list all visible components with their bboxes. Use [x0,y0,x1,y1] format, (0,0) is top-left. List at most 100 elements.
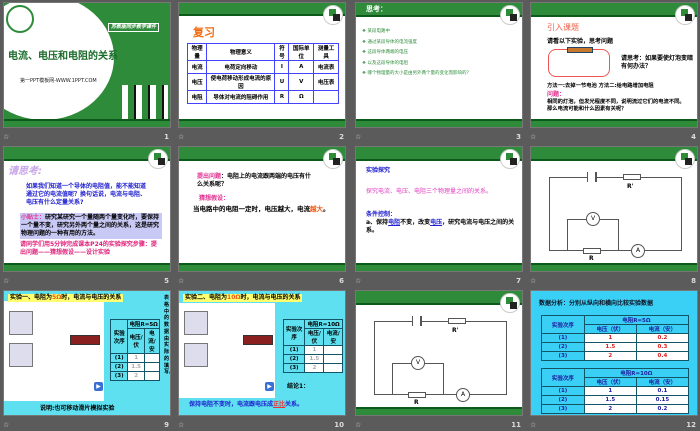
slide-thumbnail-10[interactable]: 实验二、电阻为10Ω时，电流与电压的关系 ▶ 实验次序 电阻R=10Ω 电压/伏电… [178,290,346,416]
cube-logo-icon [675,5,695,25]
circuit-photo [548,49,610,77]
star-icon[interactable]: ☆ [530,277,536,285]
slide-footer: ☆ 10 [178,421,346,431]
slide-heading: 实验探究 [366,167,391,174]
ammeter-icon: A [456,388,470,402]
voltmeter-icon: V [411,356,425,370]
slide-footer: ☆ 9 [3,421,171,431]
data-table: 实验次序 电阻R=10Ω 电压/伏 电流/安 (1) 1 (2) 1.5 (3) 2 [282,319,343,373]
cube-logo-icon [323,5,343,25]
slide-footer: ☆ 8 [530,277,698,287]
star-icon[interactable]: ☆ [178,277,184,285]
battery-icon [412,316,422,326]
slide-thumbnail-3[interactable]: 思考： ❖ 某段电路中 ❖ 通过某段导体的电流强度 ❖ 这段导体两端的电压 ❖ 以及这… [355,2,523,128]
data-table-10-ohm: 实验次序 电阻R=10Ω 电压（伏） 电流（安） (1) 1 0.1 (2) 1.5 0.1… [541,368,690,414]
battery-graphic [567,47,593,53]
rheostat-label: R' [627,183,634,190]
question-text: 相同的灯泡，但发光程度不同，说明流过它们的电流不同。那么电流可能和什么因素有关呢… [547,99,685,113]
slide-heading: 请思考: [8,166,42,177]
slide-footer: ☆ 4 [530,133,698,143]
voltmeter-graphic [184,343,208,367]
star-icon[interactable]: ☆ [355,421,361,429]
slide-number: 2 [339,133,344,141]
rheostat-graphic [243,335,273,345]
star-icon[interactable]: ☆ [3,421,9,429]
slide-number: 1 [164,133,169,141]
star-icon[interactable]: ☆ [178,421,184,429]
slide-footer: ☆ 12 [530,421,698,431]
tip-box: 小贴士：研究某研究一个量随两个量变化时，要保持一个量不变，研究另外两个量之间的关… [20,213,162,240]
slide-footer: ☆ 5 [3,277,171,287]
slide-thumbnail-7[interactable]: 实验探究 探究电流、电压、电阻三个物理量之间的关系。 条件控制： a、保持电阻不… [355,146,523,272]
question-text: 提出问题：电阻上的电流跟两端的电压有什么关系呢？ [197,173,312,189]
slide-heading: 数据分析：分别从纵向和横向比较实验数据 [539,300,654,307]
cube-logo-icon [6,5,34,33]
star-icon[interactable]: ☆ [355,133,361,141]
star-icon[interactable]: ☆ [3,277,9,285]
note-text: 说明:也可移动滑片模拟实验 [40,405,115,412]
hypothesis-text: 当电路中的电阻一定时，电压越大，电流越大。 [193,205,330,213]
slide-number: 9 [164,421,169,429]
ammeter-graphic [184,311,208,335]
slide-thumbnail-9[interactable]: 实验一、电阻为5Ω时，电流与电压的关系 ▶ 实验次序 电阻R=5Ω 电压/伏 电流/… [3,290,171,416]
ammeter-icon: A [631,244,645,258]
bottom-bar [4,119,170,127]
slide-thumbnail-6[interactable]: 提出问题：电阻上的电流跟两端的电压有什么关系呢？ 猜想假设： 当电路中的电阻一定… [178,146,346,272]
slide-number: 4 [691,133,696,141]
bullet-list: ❖ 某段电路中 ❖ 通过某段导体的电流强度 ❖ 这段导体两端的电压 ❖ 以及这段导体的… [362,29,471,76]
rheostat-icon [623,174,641,180]
condition-label: 条件控制： [366,211,397,218]
review-table: 物理量 物理意义 符号 国际单位 测量工具 电流 电荷定向移动 I A 电流表 电压 使电荷移动形… [186,43,339,104]
slide-thumbnail-5[interactable]: 请思考: 如果我们知道一个导体的电阻值，能不能知道通过它的电流值呢？换句话说，电… [3,146,171,272]
hypothesis-label: 猜想假设： [199,195,230,202]
slide-heading: 复习 [193,26,215,39]
data-table-5-ohm: 实验次序 电阻R=5Ω 电压（伏） 电流（安） (1) 1 0.2 (2) 1.5 0.3 … [541,315,690,361]
conclusion-label: 结论1： [287,383,310,390]
series-badge: 苏教版同步教学课件 [108,23,160,32]
cube-logo-icon [500,5,520,25]
data-table: 实验次序 电阻R=5Ω 电压/伏 电流/安 (1) 1 (2) 1.5 (3) 2 [109,319,161,381]
voltmeter-icon: V [586,212,600,226]
resistor-label: R [589,255,594,262]
slide-number: 8 [691,277,696,285]
methods-text: 方法一:去掉一节电池 方法二:给电路增加电阻 [547,83,654,89]
play-button[interactable]: ▶ [265,382,274,391]
star-icon[interactable]: ☆ [530,421,536,429]
slide-thumbnail-2[interactable]: 复习 物理量 物理意义 符号 国际单位 测量工具 电流 电荷定向移动 I A 电流表 电压 使电荷… [178,2,346,128]
cube-logo-icon [500,293,520,313]
star-icon[interactable]: ☆ [178,133,184,141]
slide-number: 11 [511,421,521,429]
slide-heading: 实验二、电阻为10Ω时，电流与电压的关系 [183,294,303,303]
star-icon[interactable]: ☆ [355,277,361,285]
battery-icon [587,172,597,182]
side-note: 表格中的数据由实际的填写。 [164,295,170,376]
slide-thumbnail-4[interactable]: 引入课题 请看以下实验，思考问题 请思考：如果要使灯泡变暗有何办法？ 方法一:去… [530,2,698,128]
slide-thumbnail-11[interactable]: R' V A R [355,290,523,416]
slide-heading: 思考： [366,5,387,13]
cube-logo-icon [323,149,343,169]
ammeter-graphic [9,311,33,335]
slide-footer: ☆ 6 [178,277,346,287]
goal-text: 探究电流、电压、电阻三个物理量之间的关系。 [366,188,493,195]
slide-footer: ☆ 11 [355,421,523,431]
slide-thumbnail-1[interactable]: 苏教版同步教学课件 电流、电压和电阻的关系 第一PPT模板网-WWW.1PPT.… [3,2,171,128]
slide-number: 5 [164,277,169,285]
slide-number: 6 [339,277,344,285]
slide-thumbnail-12[interactable]: 数据分析：分别从纵向和横向比较实验数据 实验次序 电阻R=5Ω 电压（伏） 电流（安… [530,290,698,416]
star-icon[interactable]: ☆ [530,133,536,141]
think-text: 请思考：如果要使灯泡变暗有何办法？ [621,55,694,71]
intro-text: 请看以下实验，思考问题 [547,38,614,45]
condition-text: a、保持电阻不变，改变电压，研究电流与电压之间的关系。 [366,219,515,235]
play-button[interactable]: ▶ [94,382,103,391]
slide-footer: ☆ 7 [355,277,523,287]
slide-footer: ☆ 1 [3,133,171,143]
star-icon[interactable]: ☆ [3,133,9,141]
slide-number: 12 [686,421,696,429]
task-text: 请同学们用5分钟完成课本P24的实验探究步骤：提出问题——猜想假设——设计实验 [20,241,157,257]
rheostat-label: R' [452,327,459,334]
cube-logo-icon [675,149,695,169]
slide-heading: 实验一、电阻为5Ω时，电流与电压的关系 [8,294,124,303]
voltmeter-graphic [9,343,33,367]
resistor-icon [408,392,426,398]
slide-thumbnail-8[interactable]: R' V A R [530,146,698,272]
